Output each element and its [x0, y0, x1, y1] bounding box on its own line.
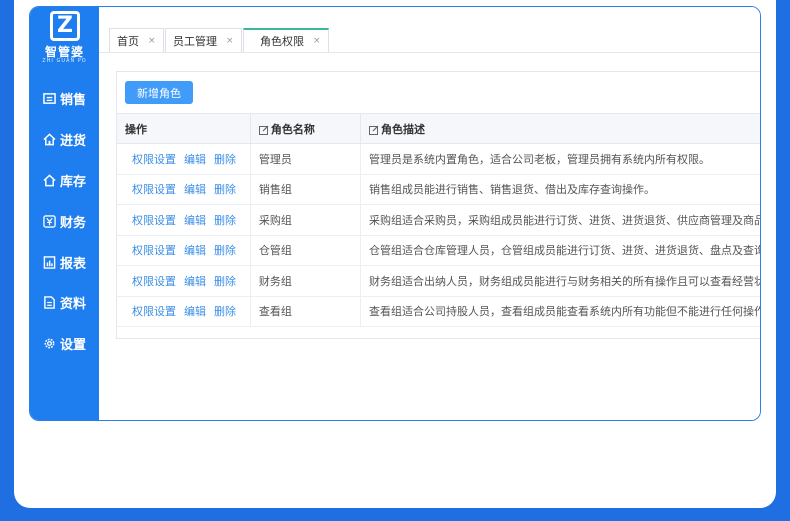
column-header-label: 角色名称: [270, 122, 315, 136]
delete-link[interactable]: 删除: [214, 275, 236, 288]
actions-cell: 权限设置 编辑 删除: [117, 143, 251, 175]
tab-label: 首页: [117, 34, 139, 48]
add-role-button[interactable]: 新增角色: [125, 81, 193, 104]
sidebar-item-label: 库存: [60, 174, 87, 190]
sidebar-item-inventory[interactable]: 库存: [43, 170, 86, 190]
permission-settings-link[interactable]: 权限设置: [132, 153, 176, 166]
column-header-label: 角色描述: [380, 122, 425, 136]
table-row: 权限设置 编辑 删除 财务组 财务组适合出纳人员，财务组成员能进行与财务相关的所有操作且…: [117, 265, 760, 297]
edit-link[interactable]: 编辑: [184, 183, 206, 196]
role-description-cell: 销售组成员能进行销售、销售退货、借出及库存查询操作。: [360, 174, 760, 205]
main-content: 首页 × 员工管理 × 角色权限 × 新增角色 操作 角色名称 角色描述 权限设…: [99, 7, 760, 420]
permission-settings-link[interactable]: 权限设置: [132, 214, 176, 227]
home-icon: [43, 173, 56, 186]
logo: Z 智管婆 ZHI GUAN PO: [30, 7, 99, 71]
sidebar-item-sales[interactable]: 销售: [43, 88, 86, 108]
role-name-cell: 销售组: [250, 174, 361, 205]
tab-bar: 首页 × 员工管理 × 角色权限 ×: [99, 7, 760, 53]
tab-label: 员工管理: [173, 34, 217, 48]
table-row: 权限设置 编辑 删除 采购组 采购组适合采购员，采购组成员能进行订货、进货、进货退货、供…: [117, 204, 760, 236]
tab-role-permissions[interactable]: 角色权限 ×: [243, 28, 329, 52]
document-icon: [44, 295, 55, 309]
home-icon: [43, 132, 56, 145]
table-row: 权限设置 编辑 删除 销售组 销售组成员能进行销售、销售退货、借出及库存查询操作。: [117, 174, 760, 205]
sidebar-item-finance[interactable]: 财务: [43, 211, 86, 231]
role-description-cell: 财务组适合出纳人员，财务组成员能进行与财务相关的所有操作且可以查看经营状况: [360, 265, 760, 297]
actions-cell: 权限设置 编辑 删除: [117, 235, 251, 266]
sidebar-item-data[interactable]: 资料: [43, 292, 86, 312]
permission-settings-link[interactable]: 权限设置: [132, 244, 176, 257]
tab-home[interactable]: 首页 ×: [109, 28, 164, 52]
delete-link[interactable]: 删除: [214, 305, 236, 318]
roles-card: 新增角色 操作 角色名称 角色描述 权限设置 编辑 删除 管理员 管理员是系统内…: [116, 71, 760, 339]
role-name-cell: 查看组: [250, 296, 361, 327]
role-description-cell: 仓管组适合仓库管理人员，仓管组成员能进行订货、进货、进货退货、盘点及查询库: [360, 235, 760, 266]
delete-link[interactable]: 删除: [214, 153, 236, 166]
actions-cell: 权限设置 编辑 删除: [117, 265, 251, 297]
gear-icon: [44, 338, 55, 348]
table-row: 权限设置 编辑 删除 查看组 查看组适合公司持股人员，查看组成员能查看系统内所有功能但不…: [117, 296, 760, 327]
role-name-cell: 仓管组: [250, 235, 361, 266]
tab-staff-management[interactable]: 员工管理 ×: [165, 28, 242, 52]
column-header-description: 角色描述: [360, 113, 760, 144]
edit-link[interactable]: 编辑: [184, 244, 206, 257]
role-description-cell: 采购组适合采购员，采购组成员能进行订货、进货、进货退货、供应商管理及商品、: [360, 204, 760, 236]
edit-link[interactable]: 编辑: [184, 275, 206, 288]
actions-cell: 权限设置 编辑 删除: [117, 296, 251, 327]
roles-table: 操作 角色名称 角色描述 权限设置 编辑 删除 管理员 管理员是系统内置角色，适合公司老…: [117, 113, 760, 327]
edit-link[interactable]: 编辑: [184, 153, 206, 166]
app-window: Z 智管婆 ZHI GUAN PO 销售 进货 库存 财务 报表 资料 设置 首…: [29, 6, 761, 421]
logo-subtitle: ZHI GUAN PO: [42, 58, 87, 64]
yen-icon: [43, 214, 56, 228]
close-icon[interactable]: ×: [313, 36, 321, 46]
sales-icon: [43, 92, 56, 104]
edit-icon: [368, 125, 379, 135]
sidebar-item-label: 财务: [60, 215, 87, 231]
delete-link[interactable]: 删除: [214, 183, 236, 196]
edit-link[interactable]: 编辑: [184, 305, 206, 318]
edit-link[interactable]: 编辑: [184, 214, 206, 227]
role-description-cell: 管理员是系统内置角色，适合公司老板，管理员拥有系统内所有权限。: [360, 143, 760, 175]
role-name-cell: 财务组: [250, 265, 361, 297]
edit-icon: [258, 125, 269, 135]
sidebar-item-label: 销售: [60, 92, 87, 108]
delete-link[interactable]: 删除: [214, 214, 236, 227]
logo-mark: Z: [50, 11, 80, 41]
report-icon: [43, 255, 56, 269]
table-row: 权限设置 编辑 删除 仓管组 仓管组适合仓库管理人员，仓管组成员能进行订货、进货、进货退…: [117, 235, 760, 266]
actions-cell: 权限设置 编辑 删除: [117, 204, 251, 236]
column-header-name: 角色名称: [250, 113, 361, 144]
sidebar-item-label: 资料: [60, 296, 87, 312]
sidebar-item-label: 设置: [60, 337, 87, 353]
role-name-cell: 采购组: [250, 204, 361, 236]
table-body: 权限设置 编辑 删除 管理员 管理员是系统内置角色，适合公司老板，管理员拥有系统内所有权…: [117, 143, 760, 327]
close-icon[interactable]: ×: [226, 36, 234, 46]
delete-link[interactable]: 删除: [214, 244, 236, 257]
column-header-actions: 操作: [117, 113, 251, 144]
sidebar: Z 智管婆 ZHI GUAN PO 销售 进货 库存 财务 报表 资料 设置: [30, 7, 99, 420]
table-row: 权限设置 编辑 删除 管理员 管理员是系统内置角色，适合公司老板，管理员拥有系统内所有权…: [117, 143, 760, 175]
role-name-cell: 管理员: [250, 143, 361, 175]
close-icon[interactable]: ×: [148, 36, 156, 46]
actions-cell: 权限设置 编辑 删除: [117, 174, 251, 205]
sidebar-item-purchase[interactable]: 进货: [43, 129, 86, 149]
tab-label: 角色权限: [260, 35, 304, 48]
permission-settings-link[interactable]: 权限设置: [132, 305, 176, 318]
sidebar-item-label: 报表: [60, 256, 87, 272]
role-description-cell: 查看组适合公司持股人员，查看组成员能查看系统内所有功能但不能进行任何操作。: [360, 296, 760, 327]
sidebar-item-label: 进货: [60, 133, 87, 149]
permission-settings-link[interactable]: 权限设置: [132, 183, 176, 196]
sidebar-item-settings[interactable]: 设置: [43, 333, 86, 353]
sidebar-item-reports[interactable]: 报表: [43, 252, 86, 272]
permission-settings-link[interactable]: 权限设置: [132, 275, 176, 288]
table-header-row: 操作 角色名称 角色描述: [117, 113, 760, 144]
